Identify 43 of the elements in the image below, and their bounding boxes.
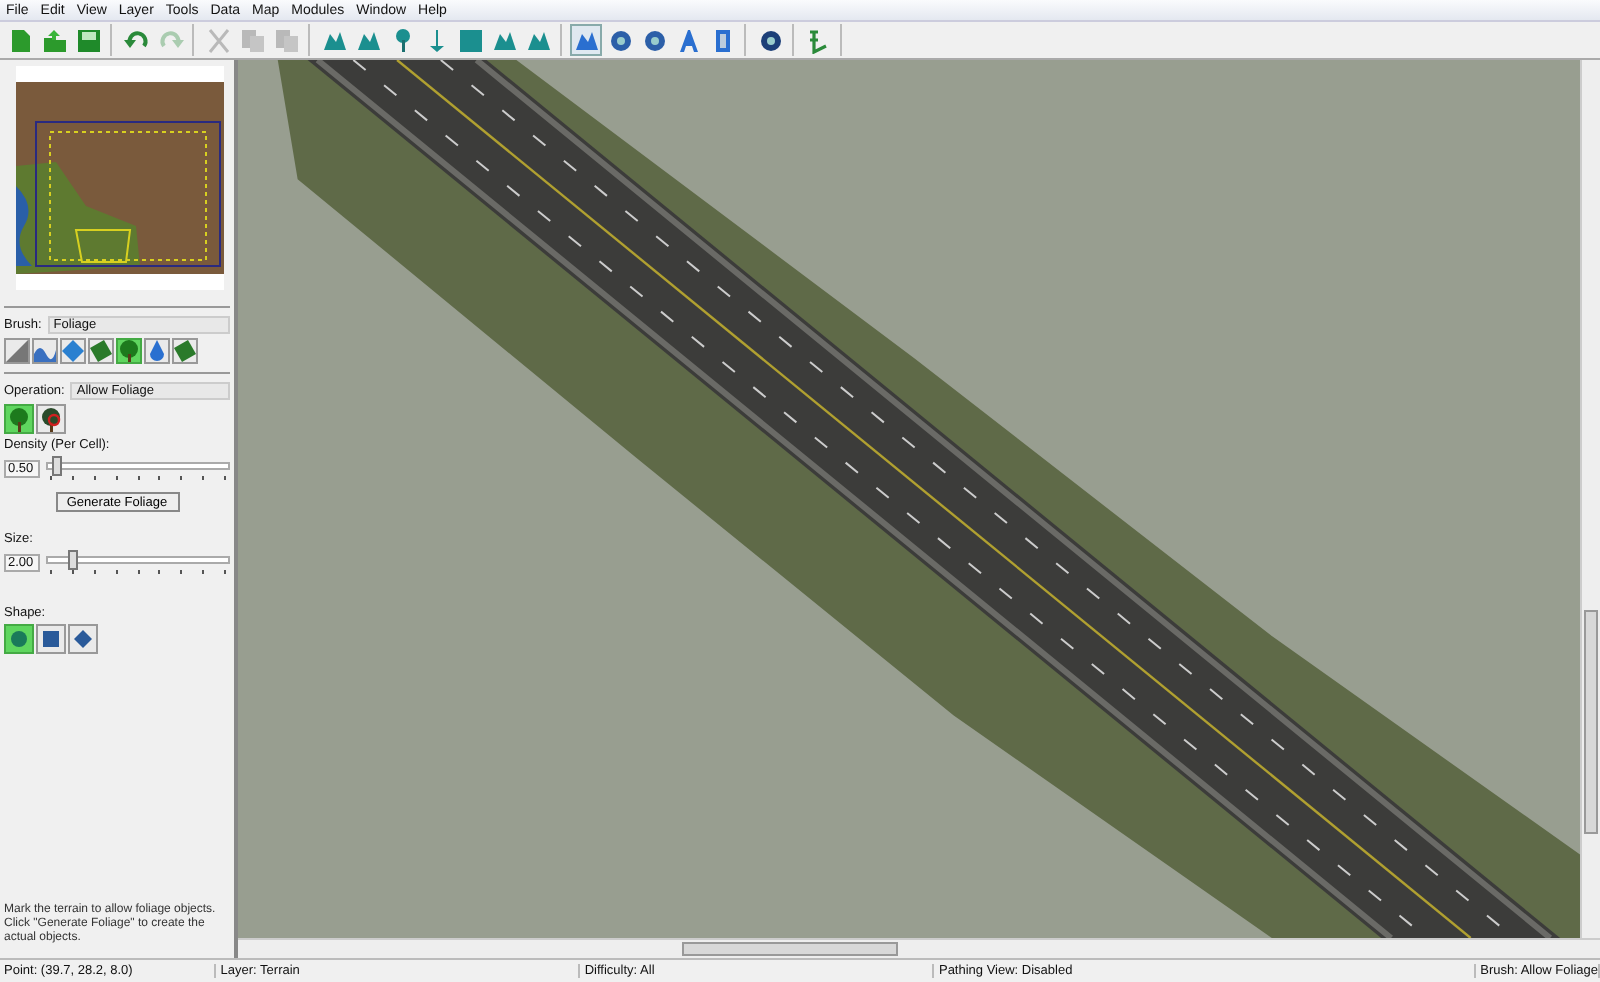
copy-icon (239, 27, 265, 53)
diamond-icon (74, 630, 92, 648)
shape-tool-button[interactable] (4, 624, 34, 654)
tree-blocked-icon (40, 407, 62, 431)
minimap[interactable] (16, 66, 224, 290)
droplet-icon (146, 340, 168, 362)
card-icon (174, 340, 196, 362)
card-icon (90, 340, 112, 362)
brush-tool-button[interactable] (88, 338, 114, 364)
terrain-icon (321, 27, 347, 53)
terrain-drawing[interactable] (238, 60, 1580, 938)
square-icon (42, 630, 60, 648)
slider-thumb[interactable] (51, 456, 62, 476)
brush-tool-button[interactable] (60, 338, 86, 364)
diamond-icon (62, 340, 84, 362)
brush-tool-button[interactable] (144, 338, 170, 364)
open-folder-icon (41, 27, 67, 53)
paste-icon (273, 27, 299, 53)
brush-tool-button[interactable] (172, 338, 198, 364)
terrain-icon (573, 27, 599, 53)
toolbar-button[interactable] (570, 24, 602, 56)
size-slider[interactable] (46, 550, 230, 574)
operation-tool-button[interactable] (36, 404, 66, 434)
square-icon (457, 27, 483, 53)
tree-icon (118, 340, 140, 362)
new-page-icon (7, 27, 33, 53)
letter-icon (675, 27, 701, 53)
tree-icon (8, 407, 30, 431)
circle-icon (10, 630, 28, 648)
horizontal-scrollbar[interactable] (238, 938, 1600, 958)
undo-icon (123, 27, 149, 53)
shape-tool-button[interactable] (36, 624, 66, 654)
redo-icon (157, 27, 183, 53)
ramp-icon (6, 340, 28, 362)
brush-tool-button[interactable] (116, 338, 142, 364)
brush-tool-button[interactable] (4, 338, 30, 364)
toolbar-button[interactable] (72, 24, 104, 56)
shape-tool-button[interactable] (68, 624, 98, 654)
brush-tool-button[interactable] (32, 338, 58, 364)
operation-tool-button[interactable] (4, 404, 34, 434)
vertical-scrollbar[interactable] (1580, 60, 1600, 938)
slider-thumb[interactable] (67, 550, 78, 570)
density-slider[interactable] (46, 456, 230, 480)
